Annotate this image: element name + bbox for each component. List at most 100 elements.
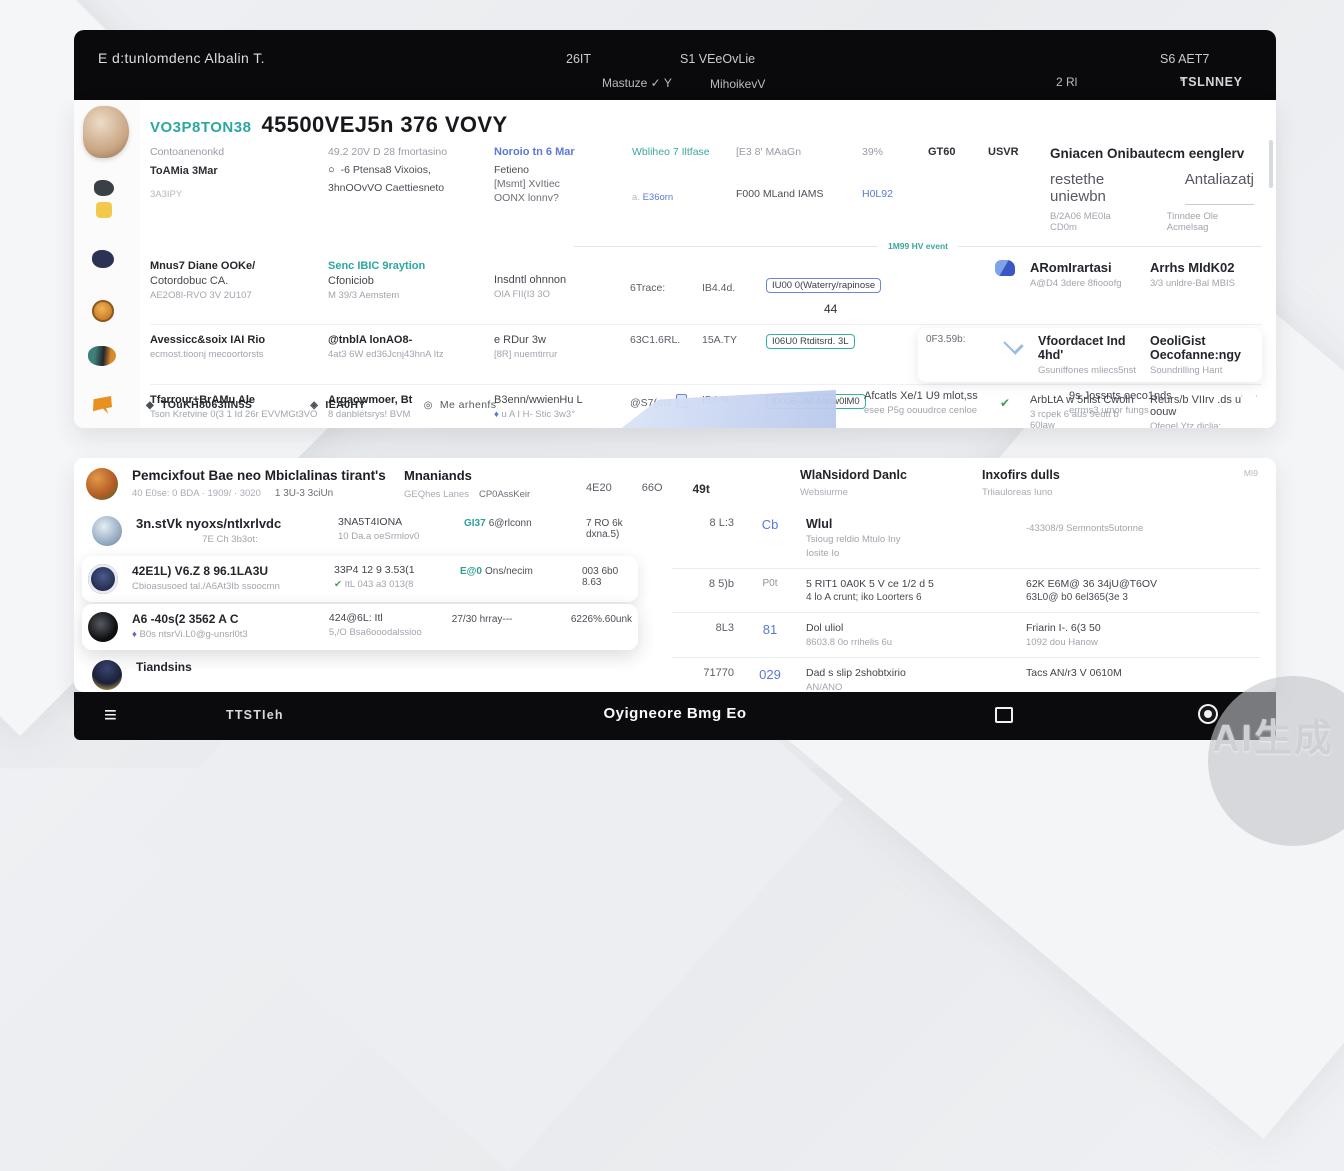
hamburger-menu-icon[interactable]: ≡ [104,703,117,727]
sidebar-item-icon[interactable] [92,250,114,268]
header-label: 3hnOOvVO Caettiesneto [328,182,486,194]
right-title: Vfoordacet Ind 4hd' [1038,334,1142,362]
footnote-title: Afcatls Xe/1 U9 mlot,ss [864,390,1069,402]
window-restore-icon[interactable] [995,707,1013,723]
page-title-main: 45500VEJ5n 376 VOVY [261,112,507,138]
sidebar-item-icon[interactable] [94,180,114,196]
copy-icon[interactable]: Cb [746,517,794,532]
item-value: Ons/necim [485,566,533,577]
header-label: 49.2 20V D 28 fmortasino [328,146,486,158]
header-col-8: USVR [988,146,1050,233]
cell-title: Avessicc&soix IAI Rio [150,334,320,346]
chip-label: GI37 [464,518,486,529]
titlebar-stat-2: S1 VEeOvLie [680,52,755,66]
titlebar-sub-2[interactable]: MihoikevV [710,77,765,91]
titlebar-stat-1: 26IT [566,52,591,66]
table-row[interactable]: Mnus7 Diane OOKe/Cotordobuc CA.AE2O8I-RV… [150,251,1262,324]
item-mid: 33P4 12 9 3.53(1 [334,564,446,576]
window-title: E d:tunlomdenc Albalin T. [98,50,265,66]
note-icon[interactable] [96,202,112,218]
stat-value: 66O [642,482,663,496]
chevron-down-icon[interactable] [1003,334,1023,354]
avatar[interactable] [83,106,129,158]
footer-label[interactable]: TTSTIeh [226,708,284,722]
header-right-panel: Gniacen Onibautecm eenglerv restethe uni… [1050,146,1262,233]
count-icon[interactable]: 029 [746,667,794,682]
main-card: VO3P8TON38 45500VEJ5n 376 VOVY Contoanen… [74,100,1276,428]
sidebar-item-icon[interactable] [88,346,116,366]
panel-mid-title: Mnaniands [404,468,572,483]
tab-label: TOuKH8063IIN5S [161,399,252,411]
tag-icon[interactable]: P0t [746,578,794,589]
item-title: Dad s slip 2shobtxirio [806,667,1014,679]
item-title: Wlul [806,517,1014,531]
panel-mid-sub2: CP0AssKeir [479,489,530,500]
item-sub: B0s ntsrVi.L0@g-unsrl0t3 [140,629,248,640]
cloud-icon[interactable] [995,260,1015,276]
table-row[interactable]: Avessicc&soix IAI Rioecmost.tioonj mecoo… [150,324,1262,384]
more-dots-icon[interactable]: · · [1240,390,1266,402]
panel-subtitle[interactable]: Antaliazatj [1185,171,1254,205]
pin-icon: ♦ [132,629,137,640]
header-col-2: 49.2 20V D 28 fmortasino ○-6 Ptensa8 Vix… [328,146,494,233]
scale-icon: ◈ [310,400,318,411]
list-item[interactable]: 71770 029 Dad s slip 2shobtxirioAN/ANO T… [672,657,1260,692]
titlebar-sub-1[interactable]: Mastuze ✓ Y [602,76,672,90]
scrollbar-thumb[interactable] [1269,140,1273,188]
header-col-3: Noroio tn 6 Mar Fetieno [Msmt] XvItiec O… [494,146,632,233]
list-item[interactable]: Tiandsins [86,652,634,692]
panel-col-title: Inxofirs dulls [982,468,1142,482]
item-title: Tiandsins [136,660,324,674]
item-title: Dol uliol [806,622,1014,634]
header-label: Wbliheo 7 Iltfase [632,146,728,158]
list-item[interactable]: A6 -40s(2 3562 A C♦ B0s ntsrVi.L0@g-unsr… [82,604,638,650]
watermark: AI生成 [1212,707,1334,762]
count-icon[interactable]: 81 [746,622,794,637]
list-item[interactable]: 8 5)b P0t 5 RIT1 0A0K 5 V ce 1/2 d 54 lo… [672,568,1260,612]
panel-subtitle: restethe uniewbn [1050,171,1159,205]
tab-label: IEA0HY [325,399,365,411]
page-title: VO3P8TON38 45500VEJ5n 376 VOVY [150,112,1262,138]
item-sub: 7E Ch 3b3ot: [136,534,324,545]
status-badge[interactable]: IU00 0(Waterry/rapinose [766,278,881,293]
header-col-7: GT60 [928,146,988,233]
stat-value: 4E20 [586,482,612,496]
chip-label: E@0 [460,566,482,577]
header-col-1: Contoanenonkd ToAMia 3Mar 3A3IPY [150,146,328,233]
raised-row-card: 0F3.59b: Vfoordacet Ind 4hd'Gsuniffones … [918,328,1262,382]
cell-value: 63C1.6RL. [630,334,702,346]
footnote-col-a: Afcatls Xe/1 U9 mlot,ssesee P5g oouudrce… [864,390,1069,416]
status-badge[interactable]: I06U0 Rtditsrd. 3L [766,334,855,349]
item-value: 8 5)b [676,578,734,590]
header-label: USVR [988,146,1042,158]
item-value: 71770 [676,667,734,679]
titlebar-sub-3: 2 Rl [1056,75,1077,89]
panel-stats: 4E20 66O 49t [586,482,786,496]
item-sub: 8603.8 0o rrihelis 6u [806,637,1014,648]
list-item[interactable]: 3n.stVk nyoxs/ntlxrlvdc7E Ch 3b3ot: 3NA5… [86,508,634,554]
avatar [88,564,118,594]
right-sub: Soundrilling Hant [1150,365,1254,376]
item-note: 62K E6M@ 36 34jU@T6OV [1026,578,1256,590]
item-mid: 3NA5T4IONA [338,516,450,528]
header-label: -6 Ptensa8 Vixoios, [341,164,431,176]
cell-sub: AE2O8I-RVO 3V 2U107 [150,290,320,301]
tab-1[interactable]: ◆TOuKH8063IIN5S [146,399,252,411]
list-item[interactable]: 8L3 81 Dol uliol8603.8 0o rrihelis 6u Fr… [672,612,1260,657]
badge-icon[interactable] [92,300,114,322]
check-icon: ✔ [334,579,342,590]
flag-icon[interactable] [92,396,112,414]
list-item[interactable]: 8 L:3 Cb WlulTsioug reldio Mtulo InyIosi… [672,508,1260,568]
tab-3[interactable]: ◎Me arhenfs [424,399,497,411]
avatar[interactable] [86,468,118,500]
item-value: 003 6b0 8.63 [582,566,632,588]
cell-mid: Insdntl ohnnon [494,274,624,286]
tab-2[interactable]: ◈ IEA0HY [310,399,365,411]
main-content: VO3P8TON38 45500VEJ5n 376 VOVY Contoanen… [140,100,1276,428]
header-label[interactable]: Noroio tn 6 Mar [494,146,624,158]
table-header: Contoanenonkd ToAMia 3Mar 3A3IPY 49.2 20… [150,146,1262,239]
list-item[interactable]: 42E1L) V6.Z 8 96.1LA3UCbioasusoed tal./A… [82,556,638,602]
footnote-col-b: 9s Jossnts oeco1ndserrms3 umor fungs [1069,390,1240,416]
tab-label: Me arhenfs [440,399,497,411]
panel-title: Gniacen Onibautecm eenglerv [1050,146,1254,161]
